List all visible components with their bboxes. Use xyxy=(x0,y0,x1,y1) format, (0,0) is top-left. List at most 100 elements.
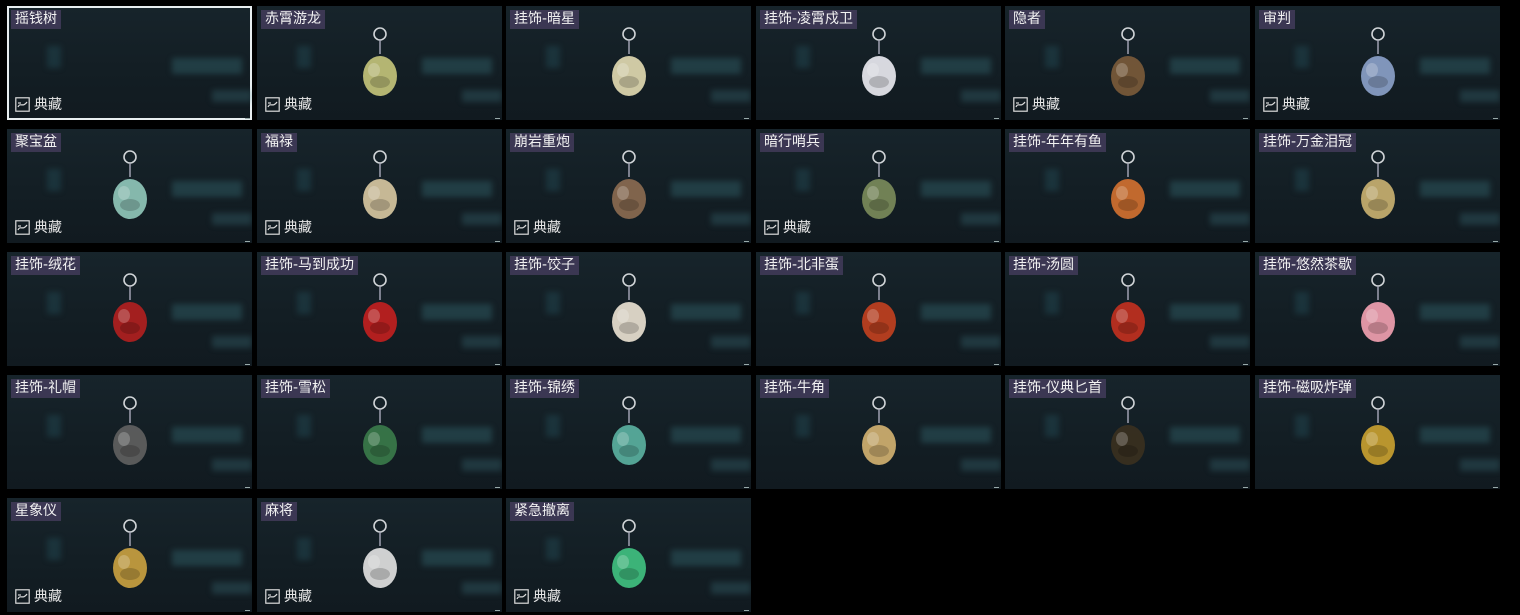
item-card[interactable]: 隐者 典藏 xyxy=(1005,6,1250,120)
corner-mark xyxy=(495,241,500,242)
item-card[interactable]: 福禄 典藏 xyxy=(257,129,502,243)
collection-badge: 典藏 xyxy=(764,217,811,237)
background-light xyxy=(1170,304,1240,320)
item-card[interactable]: 挂饰-马到成功 xyxy=(257,252,502,366)
item-card[interactable]: 星象仪 典藏 xyxy=(7,498,252,612)
background-light xyxy=(212,459,252,471)
background-light xyxy=(1460,90,1500,102)
dragon-figure-icon xyxy=(350,20,410,116)
background-light xyxy=(422,427,492,443)
item-card[interactable]: 崩岩重炮 典藏 xyxy=(506,129,751,243)
collection-icon xyxy=(265,219,280,235)
item-card[interactable]: 挂饰-北非蛋 xyxy=(756,252,1001,366)
item-card[interactable]: 挂饰-年年有鱼 xyxy=(1005,129,1250,243)
item-card[interactable]: 挂饰-牛角 xyxy=(756,375,1001,489)
background-light xyxy=(711,90,751,102)
corner-mark xyxy=(1493,487,1498,488)
item-card[interactable]: 审判 典藏 xyxy=(1255,6,1500,120)
collection-icon xyxy=(15,588,30,604)
item-card[interactable]: 挂饰-悠然茶歇 xyxy=(1255,252,1500,366)
corner-mark xyxy=(744,118,749,119)
background-light xyxy=(422,181,492,197)
corner-mark xyxy=(1243,118,1248,119)
item-card[interactable]: 赤霄游龙 典藏 xyxy=(257,6,502,120)
item-name: 星象仪 xyxy=(11,502,61,521)
dumpling-plate-icon xyxy=(599,266,659,362)
item-card[interactable]: 挂饰-绒花 xyxy=(7,252,252,366)
item-card[interactable]: 聚宝盆 典藏 xyxy=(7,129,252,243)
cannon-figure-icon xyxy=(599,143,659,239)
background-light xyxy=(297,46,311,68)
background-light xyxy=(422,550,492,566)
corner-mark xyxy=(994,487,999,488)
item-card[interactable]: 暗行哨兵 典藏 xyxy=(756,129,1001,243)
item-card[interactable]: 挂饰-磁吸炸弹 xyxy=(1255,375,1500,489)
collection-label: 典藏 xyxy=(34,589,62,605)
astrolabe-icon xyxy=(100,512,160,608)
item-card[interactable]: 挂饰-汤圆 xyxy=(1005,252,1250,366)
item-name: 隐者 xyxy=(1009,10,1045,29)
collection-icon xyxy=(265,96,280,112)
background-light xyxy=(1420,304,1490,320)
corner-mark xyxy=(744,487,749,488)
corner-mark xyxy=(1243,241,1248,242)
background-light xyxy=(1295,415,1309,437)
collection-badge: 典藏 xyxy=(15,94,62,114)
background-light xyxy=(1460,459,1500,471)
item-name: 挂饰-马到成功 xyxy=(261,256,359,275)
background-light xyxy=(47,46,61,68)
item-card[interactable]: 挂饰-仪典匕首 xyxy=(1005,375,1250,489)
item-name: 挂饰-北非蛋 xyxy=(760,256,844,275)
mahjong-tile-icon xyxy=(350,512,410,608)
collection-badge: 典藏 xyxy=(265,586,312,606)
judgement-card-icon xyxy=(1348,20,1408,116)
item-card[interactable]: 挂饰-雪松 xyxy=(257,375,502,489)
item-card[interactable]: 挂饰-锦绣 xyxy=(506,375,751,489)
background-light xyxy=(546,538,560,560)
background-light xyxy=(546,292,560,314)
butterfly-icon xyxy=(599,389,659,485)
collection-label: 典藏 xyxy=(533,220,561,236)
background-light xyxy=(422,304,492,320)
background-light xyxy=(671,181,741,197)
corner-mark xyxy=(1493,364,1498,365)
background-light xyxy=(1170,58,1240,74)
background-light xyxy=(47,292,61,314)
item-card[interactable]: 挂饰-饺子 xyxy=(506,252,751,366)
corner-mark xyxy=(495,487,500,488)
bull-horn-icon xyxy=(849,389,909,485)
background-light xyxy=(1210,459,1250,471)
background-light xyxy=(1420,427,1490,443)
top-hat-icon xyxy=(100,389,160,485)
background-light xyxy=(47,538,61,560)
item-name: 挂饰-锦绣 xyxy=(510,379,580,398)
background-light xyxy=(921,58,991,74)
treasure-bowl-icon xyxy=(100,143,160,239)
item-card[interactable]: 挂饰-暗星 xyxy=(506,6,751,120)
item-card[interactable]: 挂饰-凌霄戍卫 xyxy=(756,6,1001,120)
background-light xyxy=(212,582,252,594)
background-light xyxy=(1295,292,1309,314)
item-card[interactable]: 挂饰-礼帽 xyxy=(7,375,252,489)
item-card[interactable]: 挂饰-万金泪冠 xyxy=(1255,129,1500,243)
background-light xyxy=(1420,181,1490,197)
item-name: 挂饰-礼帽 xyxy=(11,379,81,398)
background-light xyxy=(297,538,311,560)
item-card[interactable]: 摇钱树 典藏 xyxy=(7,6,252,120)
item-name: 挂饰-牛角 xyxy=(760,379,830,398)
corner-mark xyxy=(245,118,250,119)
corner-mark xyxy=(1243,364,1248,365)
background-light xyxy=(1460,213,1500,225)
item-name: 挂饰-暗星 xyxy=(510,10,580,29)
cupcake-pendant-icon xyxy=(1348,266,1408,362)
background-light xyxy=(172,181,242,197)
background-light xyxy=(546,169,560,191)
item-name: 挂饰-凌霄戍卫 xyxy=(760,10,858,29)
corner-mark xyxy=(245,364,250,365)
background-light xyxy=(961,459,1001,471)
item-card[interactable]: 麻将 典藏 xyxy=(257,498,502,612)
item-name: 赤霄游龙 xyxy=(261,10,325,29)
collection-badge: 典藏 xyxy=(265,94,312,114)
item-card[interactable]: 紧急撤离 典藏 xyxy=(506,498,751,612)
item-name: 挂饰-绒花 xyxy=(11,256,81,275)
